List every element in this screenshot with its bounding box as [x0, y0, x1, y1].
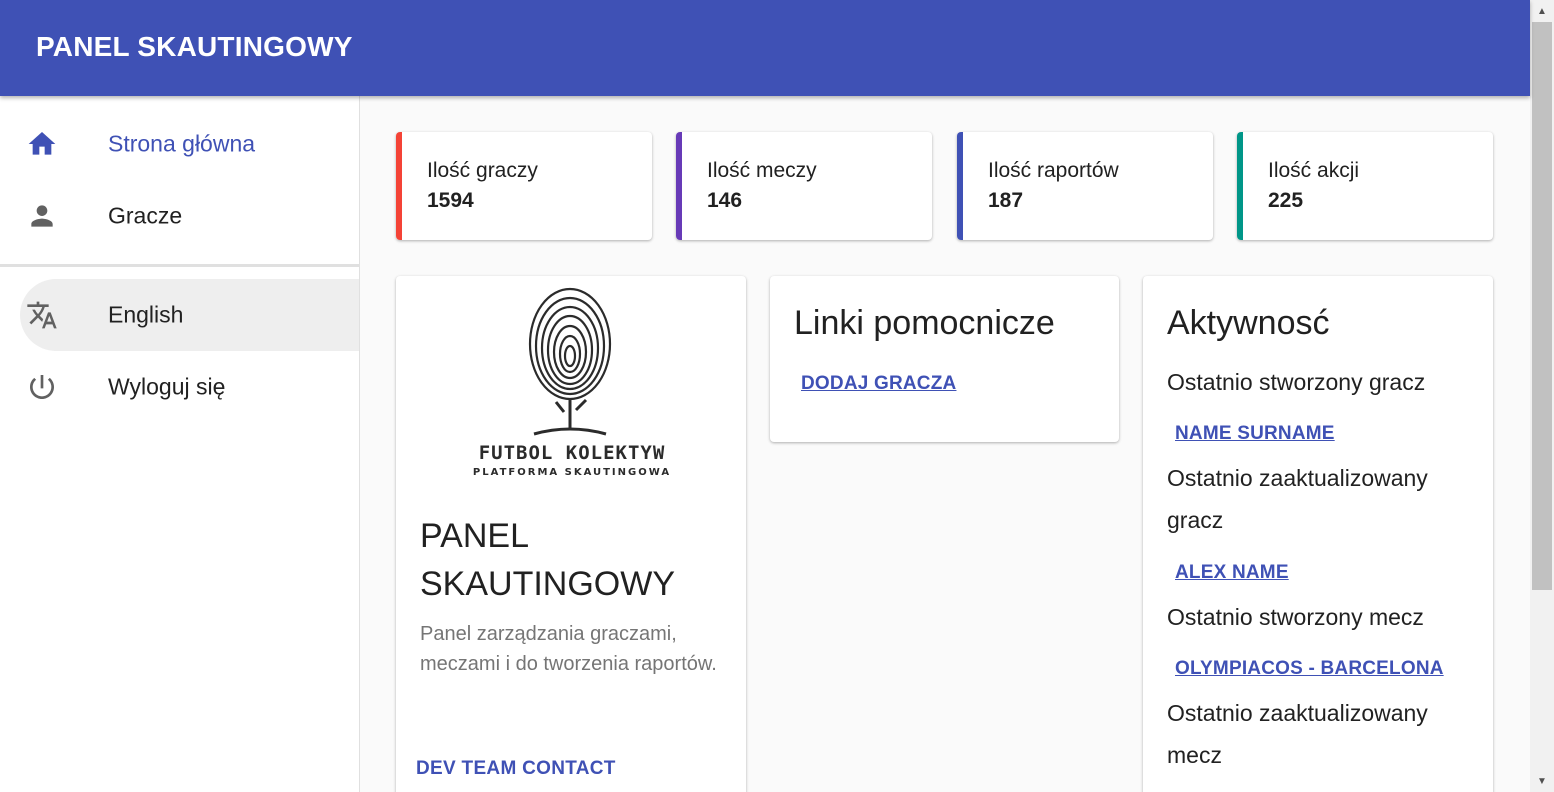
app-title: PANEL SKAUTINGOWY — [36, 31, 353, 62]
brand-logo: FUTBOL KOLEKTYW PLATFORMA SKAUTINGOWA — [452, 284, 692, 484]
translate-icon — [26, 299, 58, 331]
person-icon — [26, 200, 58, 232]
activity-label: Ostatnio zaaktualizowany gracz — [1167, 465, 1428, 533]
stat-value: 187 — [988, 189, 1024, 212]
stat-card-matches: Ilość meczy 146 — [676, 132, 932, 240]
stat-value: 225 — [1268, 189, 1304, 212]
scroll-up-arrow-icon[interactable]: ▲ — [1530, 2, 1554, 20]
home-icon — [26, 128, 58, 160]
stat-label: Ilość akcji — [1268, 159, 1360, 182]
sidebar-item-label: English — [108, 301, 184, 328]
sidebar-item-label: Strona główna — [108, 130, 256, 157]
last-created-match-link[interactable]: OLYMPIACOS - BARCELONA — [1175, 658, 1444, 680]
stat-label: Ilość meczy — [707, 159, 817, 182]
stat-card-reports: Ilość raportów 187 — [957, 132, 1213, 240]
scroll-down-arrow-icon[interactable]: ▼ — [1530, 772, 1554, 790]
brand-title: PANEL SKAUTINGOWY — [420, 517, 676, 603]
activity-card: Aktywnosć Ostatnio stworzony gracz NAME … — [1143, 276, 1493, 792]
brand-description: Panel zarządzania graczami, meczami i do… — [420, 623, 717, 675]
stat-accent-bar — [957, 132, 963, 240]
stat-label: Ilość raportów — [988, 159, 1119, 182]
sidebar-item-language[interactable]: English — [0, 279, 359, 351]
activity-label: Ostatnio stworzony gracz — [1167, 369, 1426, 395]
activity-label: Ostatnio stworzony mecz — [1167, 604, 1424, 630]
stat-card-players: Ilość graczy 1594 — [396, 132, 652, 240]
sidebar-item-label: Gracze — [108, 202, 183, 229]
logo-text-sub: PLATFORMA SKAUTINGOWA — [473, 467, 671, 478]
sidebar-item-home[interactable]: Strona główna — [0, 108, 359, 180]
dev-team-contact-button[interactable]: DEV TEAM CONTACT — [416, 758, 616, 780]
scroll-thumb[interactable] — [1532, 22, 1552, 590]
logo-text-main: FUTBOL KOLEKTYW — [479, 442, 666, 464]
activity-label: Ostatnio zaaktualizowany mecz — [1167, 700, 1428, 768]
links-card: Linki pomocnicze DODAJ GRACZA — [770, 276, 1119, 442]
stat-accent-bar — [676, 132, 682, 240]
brand-card: FUTBOL KOLEKTYW PLATFORMA SKAUTINGOWA PA… — [396, 276, 746, 792]
stat-card-actions: Ilość akcji 225 — [1237, 132, 1493, 240]
stat-value: 146 — [707, 189, 743, 212]
sidebar-item-label: Wyloguj się — [108, 373, 226, 400]
activity-card-title: Aktywnosć — [1167, 304, 1330, 342]
last-created-player-link[interactable]: NAME SURNAME — [1175, 423, 1335, 445]
sidebar: Strona główna Gracze English Wyloguj się — [0, 96, 360, 792]
stat-accent-bar — [1237, 132, 1243, 240]
sidebar-divider — [0, 264, 359, 267]
power-icon — [26, 371, 58, 403]
stat-label: Ilość graczy — [427, 159, 538, 182]
sidebar-item-logout[interactable]: Wyloguj się — [0, 351, 359, 423]
add-player-link[interactable]: DODAJ GRACZA — [801, 373, 956, 395]
links-card-title: Linki pomocnicze — [794, 304, 1055, 342]
app-bar: PANEL SKAUTINGOWY — [0, 0, 1530, 96]
sidebar-item-players[interactable]: Gracze — [0, 180, 359, 252]
last-updated-player-link[interactable]: ALEX NAME — [1175, 562, 1289, 584]
stat-accent-bar — [396, 132, 402, 240]
page-scrollbar[interactable]: ▲ ▼ — [1530, 0, 1554, 792]
stat-value: 1594 — [427, 189, 474, 212]
